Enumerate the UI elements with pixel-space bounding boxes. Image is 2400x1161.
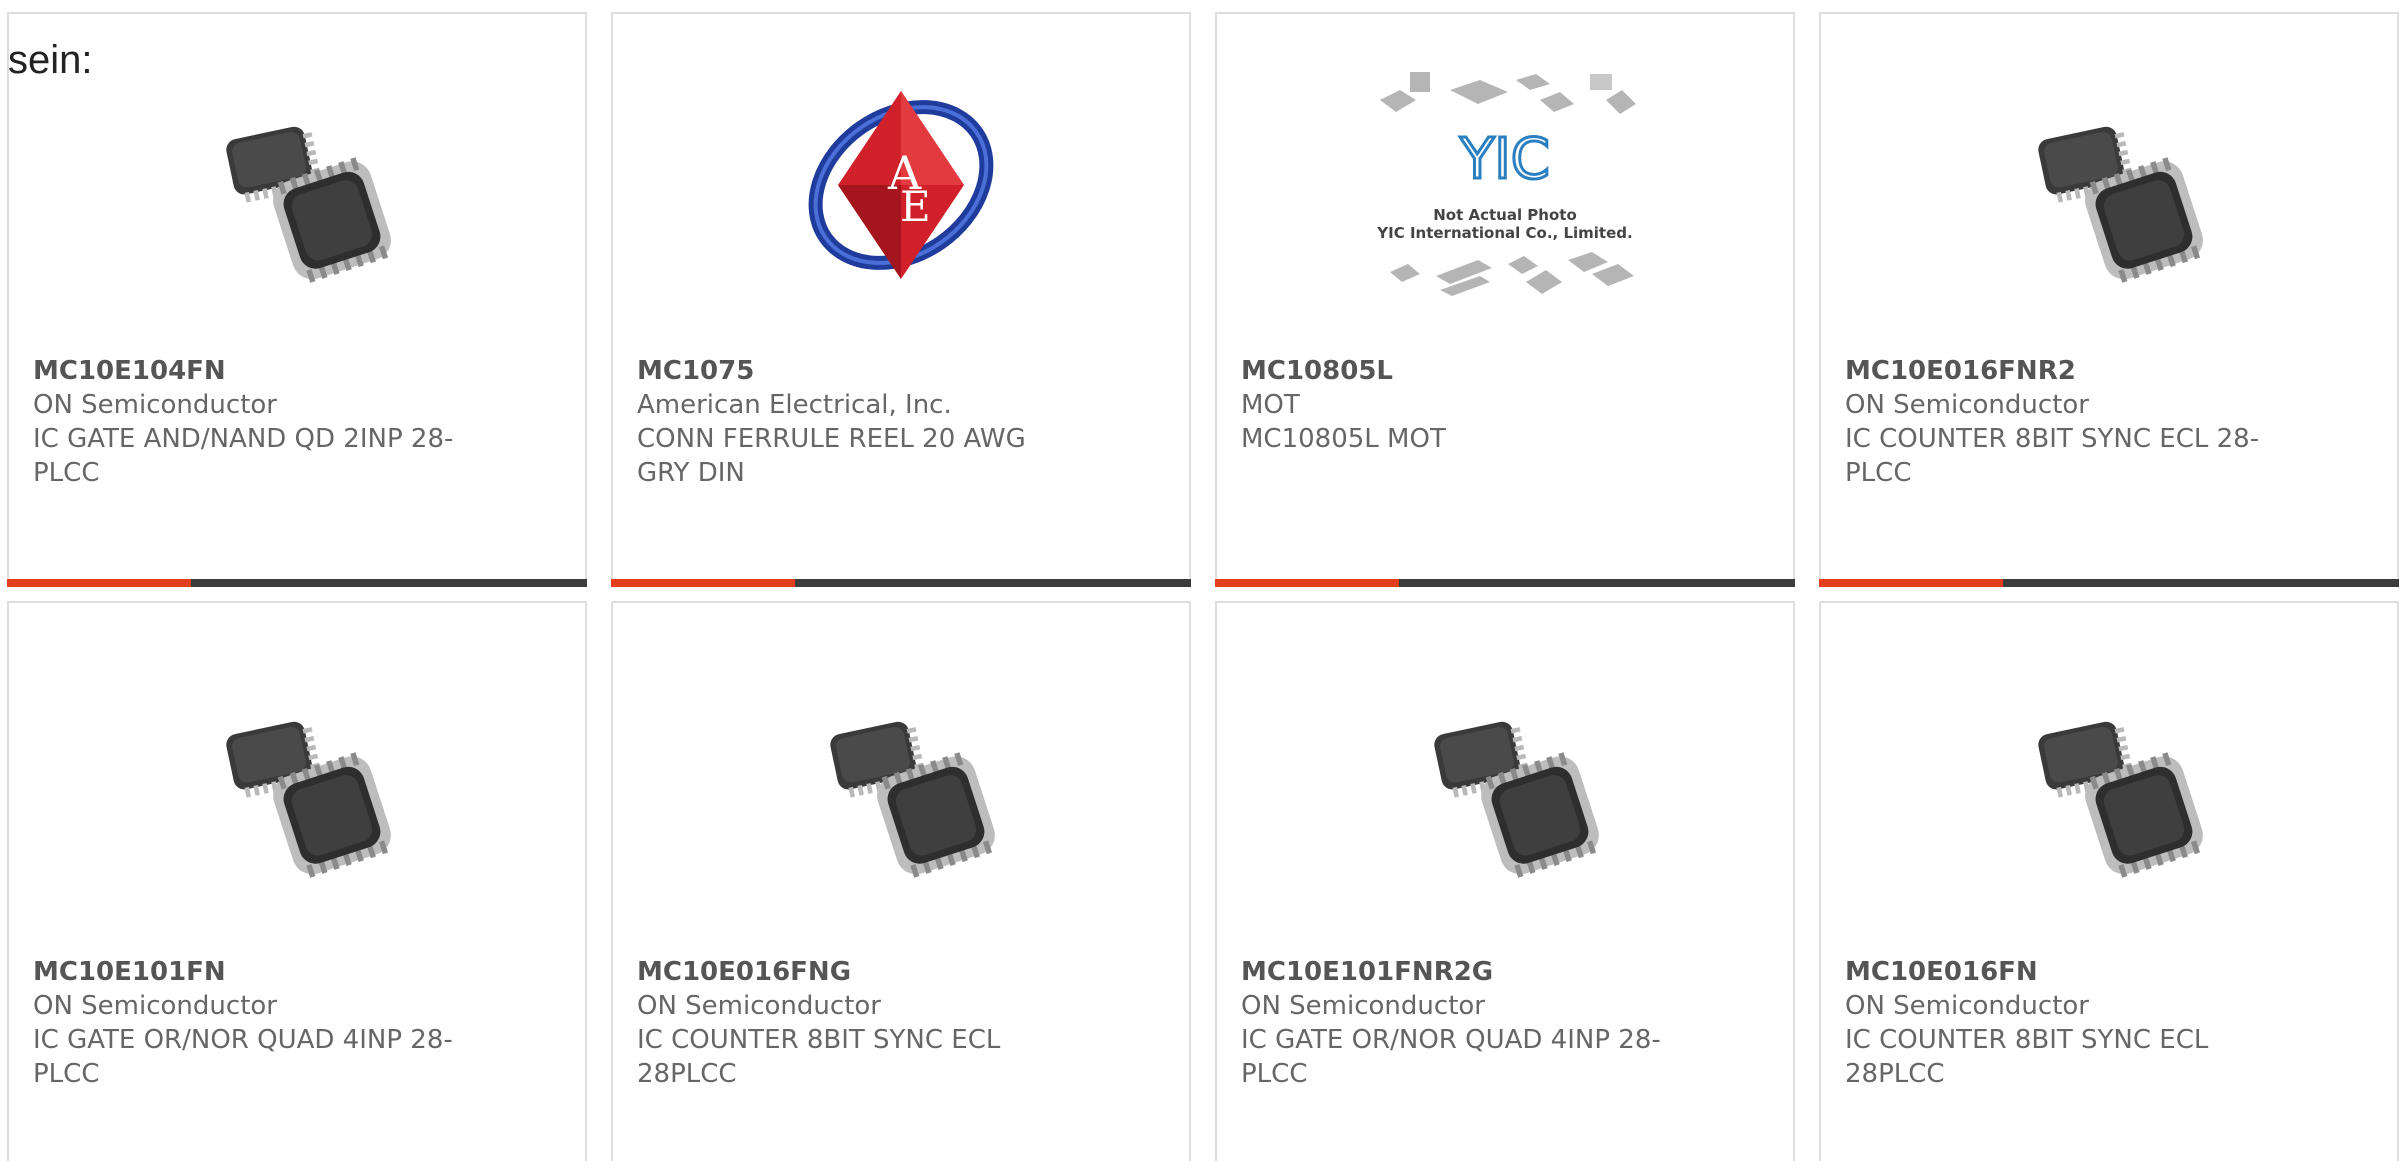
svg-text:E: E	[900, 182, 931, 231]
part-number[interactable]: MC10E104FN	[33, 354, 473, 388]
plcc-chip-icon	[224, 718, 397, 880]
product-description: IC COUNTER 8BIT SYNC ECL 28-PLCC	[1845, 424, 2260, 488]
product-info: MC10805L MOT MC10805L MOT	[1241, 354, 1681, 456]
manufacturer: ON Semiconductor	[1845, 390, 2089, 420]
product-description: MC10805L MOT	[1241, 424, 1446, 454]
intro-text: sein:	[8, 38, 93, 82]
product-description: IC GATE OR/NOR QUAD 4INP 28-PLCC	[1241, 1025, 1661, 1089]
manufacturer: ON Semiconductor	[33, 390, 277, 420]
card-accent-bar	[611, 579, 1191, 587]
product-info: MC10E101FN ON Semiconductor IC GATE OR/N…	[33, 955, 473, 1091]
product-results-page: sein: MC10E104FN ON Semiconductor IC GAT…	[0, 0, 2400, 1161]
product-description: IC COUNTER 8BIT SYNC ECL 28PLCC	[1845, 1025, 2209, 1089]
product-card[interactable]: MC10E104FN ON Semiconductor IC GATE AND/…	[7, 12, 587, 587]
manufacturer: ON Semiconductor	[33, 991, 277, 1021]
product-description: IC GATE OR/NOR QUAD 4INP 28-PLCC	[33, 1025, 453, 1089]
product-description: IC COUNTER 8BIT SYNC ECL 28PLCC	[637, 1025, 1001, 1089]
product-description: CONN FERRULE REEL 20 AWG GRY DIN	[637, 424, 1026, 488]
product-card[interactable]: YIC Not Actual Photo YIC International C…	[1215, 12, 1795, 587]
part-number[interactable]: MC10E101FNR2G	[1241, 955, 1681, 989]
plcc-chip-icon	[1432, 718, 1605, 880]
card-accent-bar	[1819, 579, 2399, 587]
manufacturer: MOT	[1241, 390, 1300, 420]
part-number[interactable]: MC10E016FNR2	[1845, 354, 2285, 388]
product-card[interactable]: MC10E101FNR2G ON Semiconductor IC GATE O…	[1215, 601, 1795, 1161]
product-card[interactable]: MC10E016FNG ON Semiconductor IC COUNTER …	[611, 601, 1191, 1161]
product-image[interactable]	[9, 671, 585, 889]
product-card[interactable]: A E MC1075 American Electrical, Inc. CON…	[611, 12, 1191, 587]
product-card[interactable]: MC10E016FNR2 ON Semiconductor IC COUNTER…	[1819, 12, 2399, 587]
product-image[interactable]	[9, 76, 585, 294]
part-number[interactable]: MC1075	[637, 354, 1077, 388]
product-info: MC1075 American Electrical, Inc. CONN FE…	[637, 354, 1077, 490]
product-info: MC10E016FNG ON Semiconductor IC COUNTER …	[637, 955, 1077, 1091]
product-grid: MC10E104FN ON Semiconductor IC GATE AND/…	[7, 12, 2400, 1161]
product-image[interactable]	[1821, 671, 2397, 889]
card-accent-bar	[7, 579, 587, 587]
plcc-chip-icon	[224, 123, 397, 285]
part-number[interactable]: MC10805L	[1241, 354, 1681, 388]
card-accent-bar	[1215, 579, 1795, 587]
product-image[interactable]	[1821, 76, 2397, 294]
manufacturer: ON Semiconductor	[637, 991, 881, 1021]
product-image[interactable]	[1217, 671, 1793, 889]
product-info: MC10E016FNR2 ON Semiconductor IC COUNTER…	[1845, 354, 2285, 490]
part-number[interactable]: MC10E016FN	[1845, 955, 2285, 989]
product-info: MC10E016FN ON Semiconductor IC COUNTER 8…	[1845, 955, 2285, 1091]
yic-placeholder-logo: YIC Not Actual Photo YIC International C…	[1376, 72, 1636, 296]
manufacturer: ON Semiconductor	[1845, 991, 2089, 1021]
product-description: IC GATE AND/NAND QD 2INP 28-PLCC	[33, 424, 454, 488]
product-image[interactable]: YIC Not Actual Photo YIC International C…	[1217, 72, 1793, 296]
product-image[interactable]	[613, 671, 1189, 889]
yic-company-text: YIC International Co., Limited.	[1376, 224, 1632, 242]
not-actual-photo-text: Not Actual Photo	[1433, 206, 1577, 224]
plcc-chip-icon	[2036, 123, 2209, 285]
product-image[interactable]: A E	[613, 76, 1189, 294]
plcc-chip-icon	[2036, 718, 2209, 880]
part-number[interactable]: MC10E101FN	[33, 955, 473, 989]
product-info: MC10E104FN ON Semiconductor IC GATE AND/…	[33, 354, 473, 490]
manufacturer: American Electrical, Inc.	[637, 390, 952, 420]
yic-logo-letters: YIC	[1459, 127, 1550, 192]
manufacturer: ON Semiconductor	[1241, 991, 1485, 1021]
product-info: MC10E101FNR2G ON Semiconductor IC GATE O…	[1241, 955, 1681, 1091]
ae-logo: A E	[808, 91, 994, 279]
product-card[interactable]: MC10E101FN ON Semiconductor IC GATE OR/N…	[7, 601, 587, 1161]
product-card[interactable]: MC10E016FN ON Semiconductor IC COUNTER 8…	[1819, 601, 2399, 1161]
plcc-chip-icon	[828, 718, 1001, 880]
part-number[interactable]: MC10E016FNG	[637, 955, 1077, 989]
